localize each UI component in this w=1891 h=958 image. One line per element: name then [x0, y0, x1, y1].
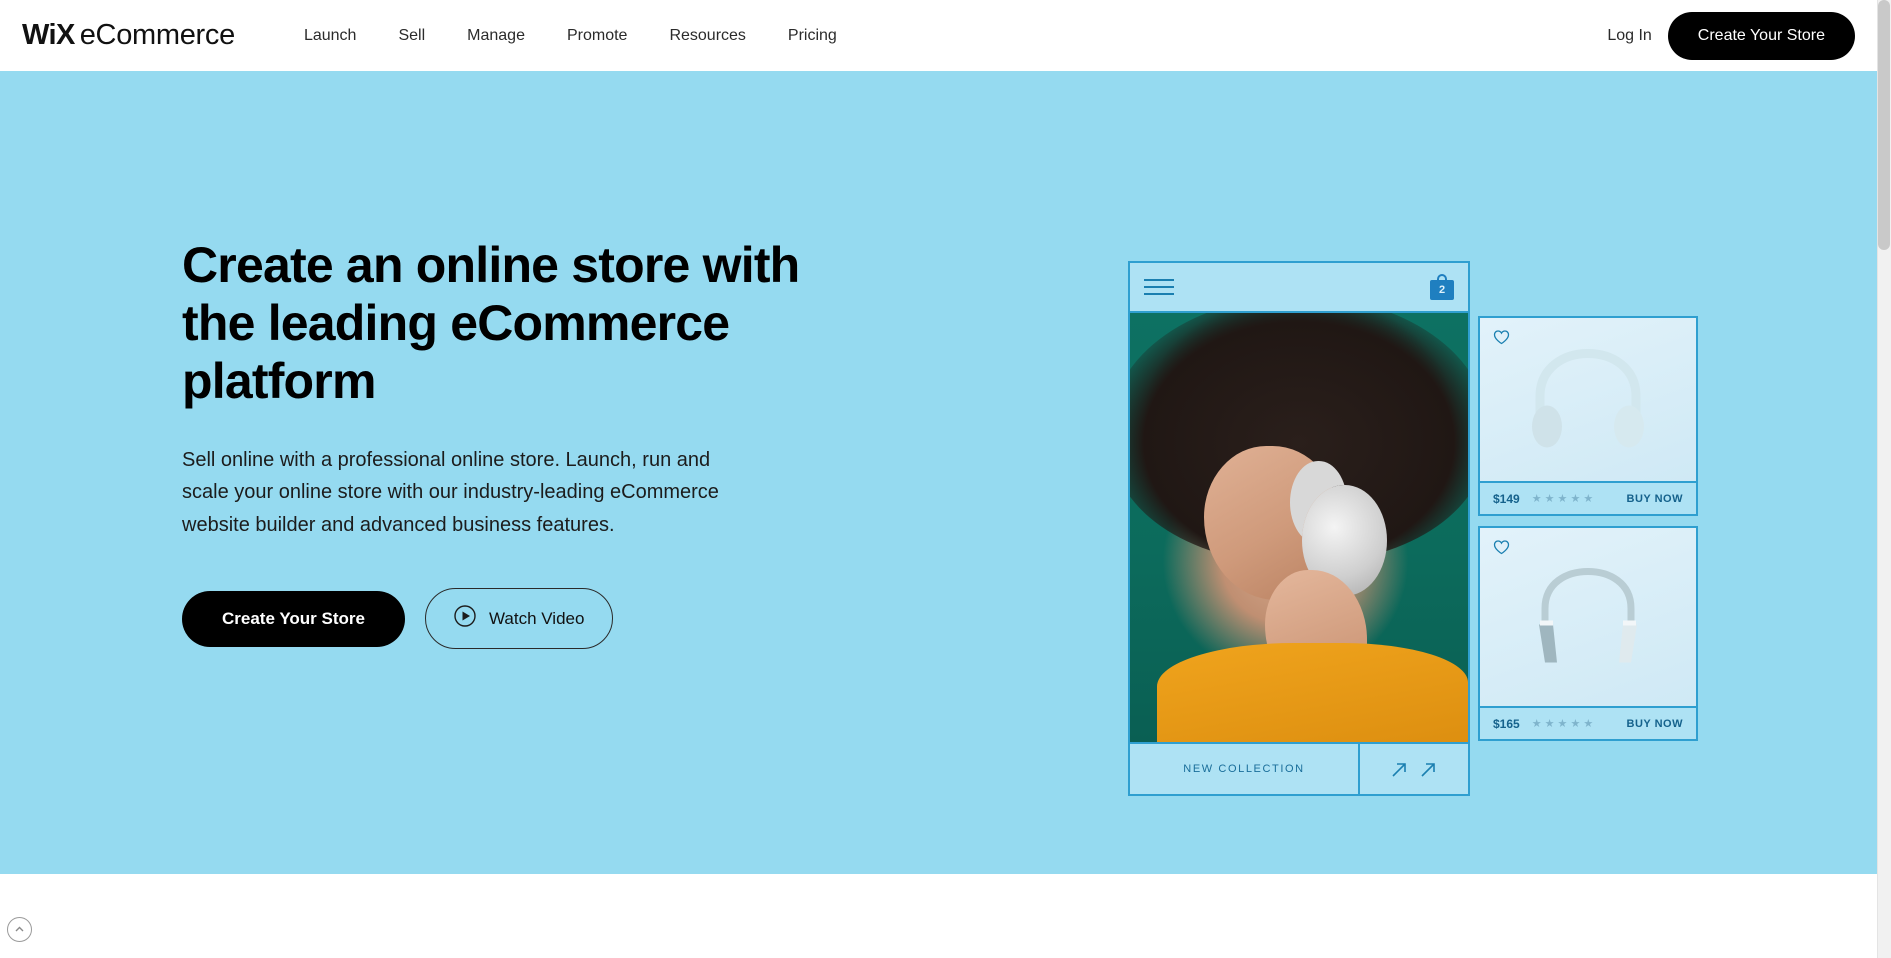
shopping-bag-icon[interactable]: 2	[1430, 274, 1454, 300]
hero-cta-group: Create Your Store Watch Video	[182, 588, 802, 650]
headphones-illustration	[1523, 562, 1653, 679]
play-circle-icon	[454, 605, 476, 632]
nav-item-resources[interactable]: Resources	[648, 19, 766, 53]
logo-ecommerce-word: eCommerce	[79, 19, 236, 51]
new-collection-link[interactable]: NEW COLLECTION	[1130, 744, 1358, 794]
hero-copy: Create an online store with the leading …	[182, 236, 802, 650]
header-create-store-button[interactable]: Create Your Store	[1667, 11, 1855, 60]
buy-now-button[interactable]: BUY NOW	[1627, 493, 1683, 505]
mockup-storefront-panel: 2 NEW COLLECTION	[1128, 261, 1470, 796]
mockup-topbar: 2	[1130, 263, 1468, 313]
buy-now-button[interactable]: BUY NOW	[1627, 718, 1683, 730]
page-scrollbar[interactable]	[1877, 0, 1891, 958]
scroll-to-top-button[interactable]	[7, 917, 32, 942]
hero-create-store-button[interactable]: Create Your Store	[182, 590, 405, 647]
heart-icon[interactable]	[1493, 329, 1510, 350]
hero-title: Create an online store with the leading …	[182, 237, 800, 409]
hero-subtitle: Sell online with a professional online s…	[182, 449, 719, 536]
headphones-illustration	[1524, 346, 1652, 459]
nav-item-manage[interactable]: Manage	[446, 19, 546, 53]
nav-item-pricing[interactable]: Pricing	[767, 19, 858, 53]
product-image	[1480, 318, 1696, 481]
product-card[interactable]: $149 ★ ★ ★ ★ ★ BUY NOW	[1478, 316, 1698, 516]
mockup-hero-photo	[1130, 313, 1468, 742]
main-nav: Launch Sell Manage Promote Resources Pri…	[283, 19, 858, 53]
diagonal-arrows-icon[interactable]	[1358, 744, 1468, 794]
store-mockup: 2 NEW COLLECTION $149 ★ ★ ★ ★ ★ BUY NOW …	[1128, 261, 1698, 831]
page-root: WiX eCommerce Launch Sell Manage Promote…	[0, 0, 1891, 958]
logo-wix-mark: WiX	[22, 19, 75, 51]
product-price: $149	[1493, 491, 1520, 506]
product-meta-bar: $165 ★ ★ ★ ★ ★ BUY NOW	[1480, 706, 1696, 739]
footer-strip	[0, 874, 1877, 958]
nav-item-sell[interactable]: Sell	[377, 19, 446, 53]
cart-count-badge: 2	[1430, 280, 1454, 300]
product-image	[1480, 528, 1696, 706]
wix-ecommerce-logo[interactable]: WiX eCommerce	[22, 19, 235, 52]
photo-sweater	[1157, 643, 1468, 742]
hero-section: Create an online store with the leading …	[0, 71, 1877, 874]
watch-video-label: Watch Video	[488, 608, 585, 628]
header-actions: Log In Create Your Store	[1607, 11, 1855, 60]
product-price: $165	[1493, 716, 1520, 731]
watch-video-button[interactable]: Watch Video	[424, 588, 614, 650]
product-rating-stars: ★ ★ ★ ★ ★	[1531, 493, 1594, 505]
product-meta-bar: $149 ★ ★ ★ ★ ★ BUY NOW	[1480, 481, 1696, 514]
mockup-bottombar: NEW COLLECTION	[1130, 742, 1468, 794]
product-card[interactable]: $165 ★ ★ ★ ★ ★ BUY NOW	[1478, 526, 1698, 741]
scrollbar-thumb[interactable]	[1878, 0, 1890, 250]
log-in-link[interactable]: Log In	[1607, 27, 1651, 45]
chevron-up-icon	[15, 926, 24, 932]
product-rating-stars: ★ ★ ★ ★ ★	[1531, 718, 1594, 730]
site-header: WiX eCommerce Launch Sell Manage Promote…	[0, 0, 1877, 71]
nav-item-launch[interactable]: Launch	[283, 19, 378, 53]
hamburger-icon[interactable]	[1144, 279, 1174, 295]
nav-item-promote[interactable]: Promote	[546, 19, 648, 53]
heart-icon[interactable]	[1493, 539, 1510, 560]
